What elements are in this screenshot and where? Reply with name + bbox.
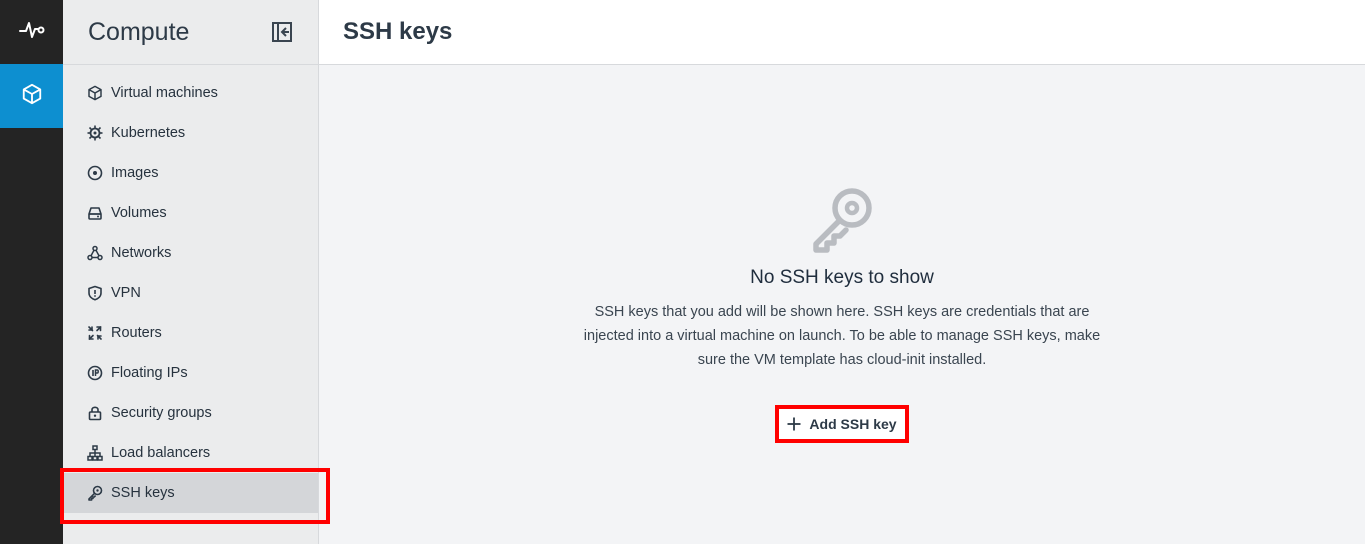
- add-ssh-key-label: Add SSH key: [809, 416, 897, 432]
- lock-icon: [87, 405, 103, 421]
- sidebar-item-vpn[interactable]: VPN: [63, 273, 318, 313]
- floating-ip-icon: [87, 365, 103, 381]
- key-icon: [813, 188, 872, 253]
- rail-item-monitoring[interactable]: [0, 0, 63, 64]
- sidebar-item-floating-ips[interactable]: Floating IPs: [63, 353, 318, 393]
- sidebar-item-label: Virtual machines: [111, 85, 218, 101]
- sidebar-item-load-balancers[interactable]: Load balancers: [63, 433, 318, 473]
- sidebar: Compute Virtual machines Kubernetes Imag…: [60, 0, 330, 544]
- sidebar-nav: Virtual machines Kubernetes Images Volum…: [60, 65, 330, 524]
- activity-icon: [18, 20, 45, 45]
- empty-state: No SSH keys to show SSH keys that you ad…: [319, 65, 1365, 443]
- sidebar-item-label: VPN: [111, 285, 141, 301]
- sidebar-item-routers[interactable]: Routers: [63, 313, 318, 353]
- sidebar-item-ssh-keys[interactable]: SSH keys: [60, 468, 330, 524]
- collapse-sidebar-button[interactable]: [270, 20, 294, 44]
- empty-state-description: SSH keys that you add will be shown here…: [583, 304, 1101, 368]
- sidebar-item-networks[interactable]: Networks: [63, 233, 318, 273]
- empty-state-title: No SSH keys to show: [750, 267, 934, 288]
- app-rail: [0, 0, 63, 544]
- page-title: SSH keys: [343, 18, 453, 45]
- sidebar-item-label: Load balancers: [111, 445, 211, 461]
- sidebar-item-label: Networks: [111, 245, 172, 261]
- sidebar-header: Compute: [63, 0, 318, 65]
- sidebar-item-images[interactable]: Images: [63, 153, 318, 193]
- shield-icon: [87, 285, 103, 301]
- plus-icon: [787, 417, 801, 431]
- collapse-sidebar-icon: [272, 22, 292, 42]
- sidebar-item-label: Security groups: [111, 405, 212, 421]
- sidebar-item-security-groups[interactable]: Security groups: [63, 393, 318, 433]
- disc-icon: [87, 165, 103, 181]
- cube-icon: [21, 83, 43, 110]
- sidebar-item-kubernetes[interactable]: Kubernetes: [63, 113, 318, 153]
- key-icon: [87, 485, 103, 501]
- sidebar-item-volumes[interactable]: Volumes: [63, 193, 318, 233]
- load-balancer-icon: [87, 445, 103, 461]
- cube-icon: [87, 85, 103, 101]
- kubernetes-icon: [87, 125, 103, 141]
- sidebar-item-label: Floating IPs: [111, 365, 188, 381]
- main-content: SSH keys No SSH keys to show SSH keys th…: [319, 0, 1365, 544]
- sidebar-title: Compute: [88, 17, 190, 46]
- sidebar-item-virtual-machines[interactable]: Virtual machines: [63, 73, 318, 113]
- sidebar-item-label: SSH keys: [111, 485, 175, 501]
- sidebar-item-label: Volumes: [111, 205, 167, 221]
- page-header: SSH keys: [319, 0, 1365, 65]
- sidebar-item-label: Images: [111, 165, 159, 181]
- network-icon: [87, 245, 103, 261]
- router-icon: [87, 325, 103, 341]
- sidebar-item-label: Kubernetes: [111, 125, 186, 141]
- sidebar-item-label: Routers: [111, 325, 162, 341]
- add-ssh-key-button[interactable]: Add SSH key: [775, 405, 909, 443]
- drive-icon: [87, 205, 103, 221]
- rail-item-compute[interactable]: [0, 64, 63, 128]
